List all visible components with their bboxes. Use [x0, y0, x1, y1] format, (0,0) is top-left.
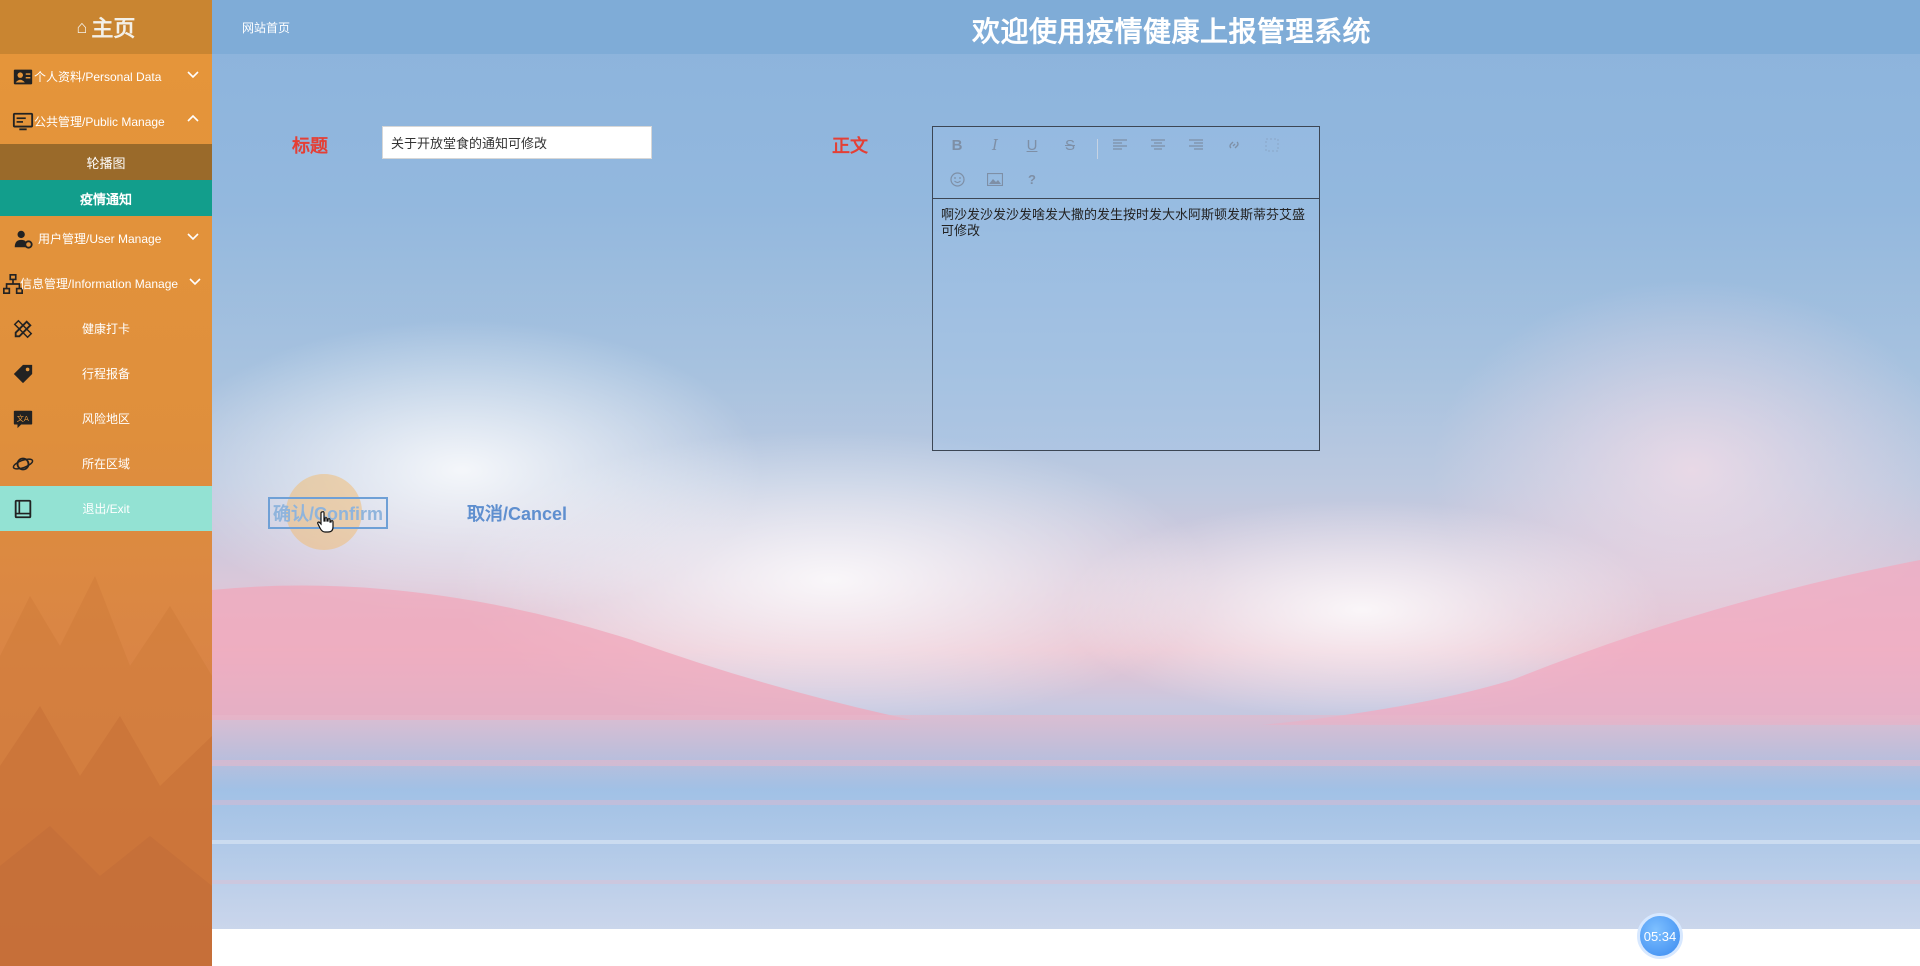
- breadcrumb[interactable]: 网站首页: [242, 19, 290, 36]
- link-button[interactable]: [1222, 133, 1246, 157]
- unlink-icon: [1265, 138, 1279, 152]
- unlink-button[interactable]: [1260, 133, 1284, 157]
- sidebar-item-exit[interactable]: 退出/Exit: [0, 486, 212, 531]
- smiley-icon: [949, 171, 965, 187]
- image-button[interactable]: [983, 167, 1007, 191]
- page-title: 欢迎使用疫情健康上报管理系统: [972, 16, 1372, 47]
- sidebar-item-label: 行程报备: [81, 367, 130, 381]
- sidebar-item-label: 退出/Exit: [82, 502, 130, 516]
- sidebar-home-label: 主页: [91, 16, 136, 41]
- main-content: 网站首页 欢迎使用疫情健康上报管理系统 标题 正文 B I U S: [212, 0, 1920, 929]
- sidebar-item-information-manage[interactable]: 信息管理/Information Manage: [0, 261, 212, 306]
- id-card-icon: [13, 69, 33, 85]
- home-icon: ⌂: [76, 16, 88, 37]
- chevron-down-icon: [189, 278, 201, 286]
- align-left-button[interactable]: [1108, 133, 1132, 157]
- hand-cursor-icon: [317, 511, 334, 533]
- link-icon: [1229, 141, 1239, 149]
- top-bar: 网站首页 欢迎使用疫情健康上报管理系统: [212, 0, 1920, 54]
- sidebar-mountains-decoration: [0, 576, 212, 966]
- sidebar-item-label: 信息管理/Information Manage: [20, 277, 179, 291]
- strikethrough-button[interactable]: S: [1058, 133, 1082, 157]
- emoji-button[interactable]: [945, 167, 969, 191]
- editor-content[interactable]: 啊沙发沙发沙发啥发大撒的发生按时发大水阿斯顿发斯蒂芬艾盛可修改: [941, 207, 1311, 239]
- sidebar-subitem-label: 疫情通知: [79, 191, 132, 207]
- sidebar-item-label: 健康打卡: [81, 322, 130, 336]
- help-button[interactable]: ?: [1020, 167, 1044, 191]
- sidebar-item-label: 风险地区: [81, 412, 130, 426]
- editor-toolbar: B I U S ?: [933, 127, 1319, 199]
- rich-text-editor[interactable]: B I U S ? 啊沙发沙发沙发啥发大撒的发生按时发大水阿斯顿发斯蒂芬艾盛可修…: [932, 126, 1320, 451]
- sidebar-item-label: 所在区域: [81, 457, 130, 471]
- sidebar-home[interactable]: ⌂ 主页: [0, 0, 212, 54]
- align-right-icon: [1189, 139, 1203, 150]
- chevron-down-icon: [187, 71, 199, 79]
- cancel-button[interactable]: 取消/Cancel: [467, 500, 567, 526]
- underline-button[interactable]: U: [1020, 133, 1044, 157]
- timer-badge: 05:34: [1637, 913, 1683, 959]
- title-label: 标题: [292, 136, 328, 156]
- italic-button[interactable]: I: [983, 133, 1007, 157]
- sidebar-item-public-manage[interactable]: 公共管理/Public Manage: [0, 99, 212, 144]
- sidebar-item-health-checkin[interactable]: 健康打卡: [0, 306, 212, 351]
- sidebar-item-risk-area[interactable]: 文A 风险地区: [0, 396, 212, 441]
- sidebar-item-current-region[interactable]: 所在区域: [0, 441, 212, 486]
- sidebar-item-user-manage[interactable]: 用户管理/User Manage: [0, 216, 212, 261]
- sidebar-subitem-epidemic-notice[interactable]: 疫情通知: [0, 180, 212, 216]
- sidebar-item-personal-data[interactable]: 个人资料/Personal Data: [0, 54, 212, 99]
- chevron-down-icon: [187, 233, 199, 241]
- chevron-up-icon: [187, 114, 199, 122]
- sidebar-subitem-carousel[interactable]: 轮播图: [0, 144, 212, 180]
- image-icon: [987, 172, 1003, 186]
- align-left-icon: [1113, 139, 1127, 150]
- toolbar-separator: [1097, 139, 1098, 159]
- monitor-icon: [12, 112, 34, 131]
- align-center-icon: [1151, 139, 1165, 150]
- content-label: 正文: [832, 136, 868, 156]
- align-center-button[interactable]: [1146, 133, 1170, 157]
- sidebar-subitem-label: 轮播图: [86, 155, 126, 171]
- user-gear-icon: [14, 230, 33, 249]
- sidebar: ⌂ 主页 个人资料/Personal Data 公共管理/Public Mana…: [0, 0, 212, 966]
- align-right-button[interactable]: [1184, 133, 1208, 157]
- sidebar-item-trip-report[interactable]: 行程报备: [0, 351, 212, 396]
- title-input[interactable]: [382, 126, 652, 159]
- bold-button[interactable]: B: [945, 133, 969, 157]
